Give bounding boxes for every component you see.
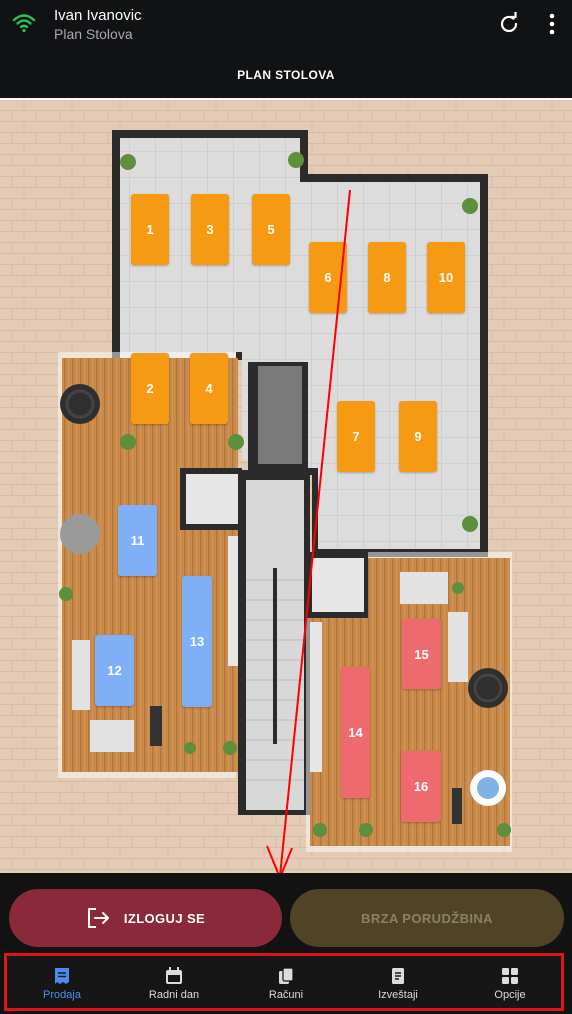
table-4[interactable]: 4: [190, 353, 228, 424]
table-15[interactable]: 15: [402, 619, 441, 689]
refresh-icon[interactable]: [497, 12, 521, 36]
nav-item-prodaja[interactable]: Prodaja: [12, 966, 112, 1001]
app-header: Ivan Ivanovic Plan Stolova PLAN STOLOVA: [0, 0, 572, 100]
table-11[interactable]: 11: [118, 505, 157, 576]
table-7[interactable]: 7: [337, 401, 375, 472]
more-vert-icon[interactable]: [542, 12, 562, 36]
nav-item-racuni[interactable]: Računi: [236, 966, 336, 1001]
logout-button[interactable]: IZLOGUJ SE: [9, 889, 282, 947]
table-6[interactable]: 6: [309, 242, 347, 313]
bottom-navigation: Prodaja Radni dan Računi Izveštaji Opcij…: [4, 953, 564, 1011]
table-2[interactable]: 2: [131, 353, 169, 424]
table-3[interactable]: 3: [191, 194, 229, 265]
quick-order-button[interactable]: BRZA PORUDŽBINA: [290, 889, 564, 947]
logout-label: IZLOGUJ SE: [123, 910, 206, 926]
table-14[interactable]: 14: [341, 667, 370, 798]
quick-order-label: BRZA PORUDŽBINA: [361, 910, 493, 926]
table-1[interactable]: 1: [131, 194, 169, 265]
action-bar: IZLOGUJ SE BRZA PORUDŽBINA: [0, 873, 572, 951]
user-name: Ivan Ivanovic: [54, 7, 142, 24]
logout-icon: [87, 908, 109, 928]
table-8[interactable]: 8: [368, 242, 406, 313]
table-12[interactable]: 12: [95, 635, 134, 706]
table-9[interactable]: 9: [399, 401, 437, 472]
floor-plan: 1 3 5 6 8 10 2 4 7 9 11 13 12 15 14 16: [0, 100, 572, 873]
sales-icon: [55, 968, 69, 984]
wifi-icon: [12, 14, 36, 33]
page-title: PLAN STOLOVA: [237, 68, 335, 82]
nav-item-radni-dan[interactable]: Radni dan: [124, 966, 224, 1001]
nav-item-opcije[interactable]: Opcije: [460, 966, 560, 1001]
table-10[interactable]: 10: [427, 242, 465, 313]
calendar-icon: [166, 967, 182, 984]
grid-options-icon: [502, 968, 518, 984]
table-5[interactable]: 5: [252, 194, 290, 265]
table-13[interactable]: 13: [182, 576, 212, 707]
nav-item-izvestaji[interactable]: Izveštaji: [348, 966, 448, 1001]
user-subtitle: Plan Stolova: [54, 26, 133, 42]
table-16[interactable]: 16: [401, 751, 441, 822]
receipts-icon: [279, 967, 294, 984]
report-icon: [392, 968, 404, 984]
